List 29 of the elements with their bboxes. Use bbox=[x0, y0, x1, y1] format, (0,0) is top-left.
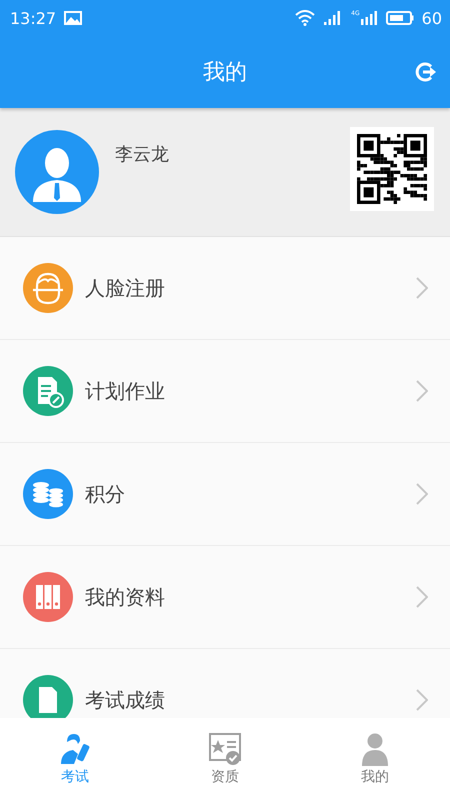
menu-label: 考试成绩 bbox=[85, 686, 165, 714]
battery-icon bbox=[386, 11, 414, 25]
certificate-icon bbox=[208, 732, 242, 766]
qr-code[interactable] bbox=[350, 127, 434, 211]
image-icon bbox=[64, 11, 82, 25]
logout-icon bbox=[414, 60, 438, 84]
avatar-icon bbox=[15, 130, 99, 214]
status-time: 13:27 bbox=[10, 8, 56, 28]
menu-label: 积分 bbox=[85, 480, 125, 508]
menu-item[interactable]: 计划作业 bbox=[0, 340, 450, 443]
menu-item[interactable]: 我的资料 bbox=[0, 546, 450, 649]
wifi-icon bbox=[295, 10, 316, 26]
tab[interactable]: 资质 bbox=[150, 718, 300, 800]
menu-item[interactable]: 人脸注册 bbox=[0, 237, 450, 340]
tab[interactable]: 我的 bbox=[300, 718, 450, 800]
battery-level: 60 bbox=[422, 8, 442, 28]
page-title: 我的 bbox=[203, 59, 247, 87]
menu-item[interactable]: 积分 bbox=[0, 443, 450, 546]
signal-icon bbox=[360, 11, 378, 25]
menu-label: 人脸注册 bbox=[85, 274, 165, 302]
user-name: 李云龙 bbox=[115, 143, 169, 166]
chevron-right-icon bbox=[416, 483, 428, 505]
person-pen-icon bbox=[58, 732, 92, 766]
chevron-right-icon bbox=[416, 277, 428, 299]
chevron-right-icon bbox=[416, 689, 428, 711]
chevron-right-icon bbox=[416, 380, 428, 402]
chevron-right-icon bbox=[416, 586, 428, 608]
menu-label: 我的资料 bbox=[85, 584, 165, 610]
menu-label: 计划作业 bbox=[85, 378, 165, 404]
